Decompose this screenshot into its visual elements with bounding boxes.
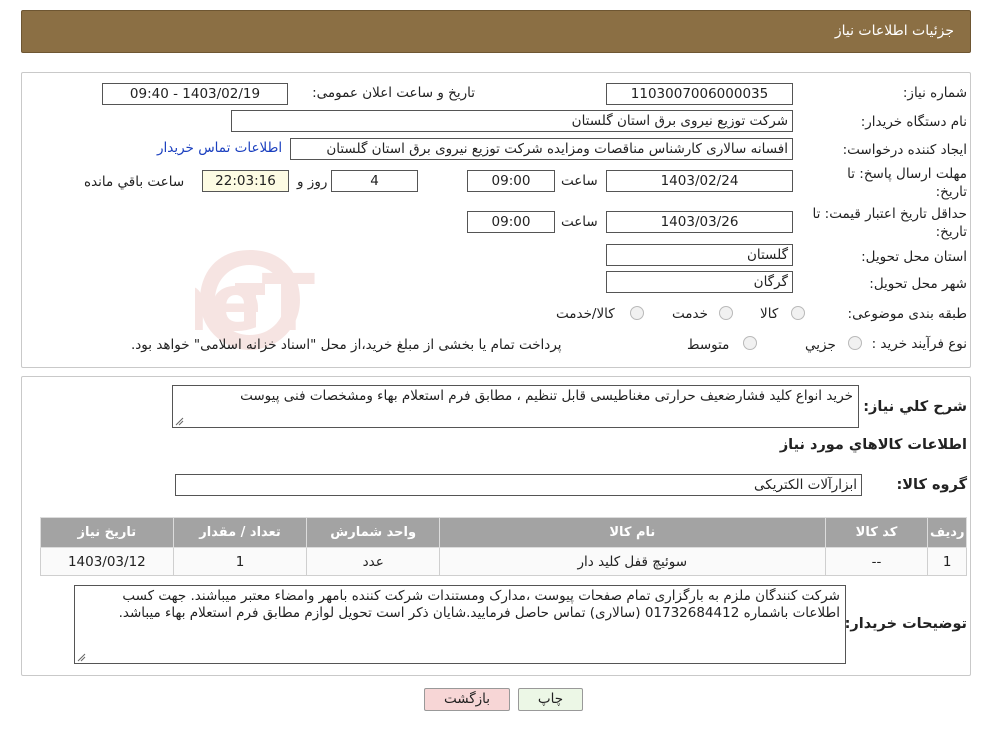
category-option-goods: کالا: [760, 306, 779, 322]
reply-deadline-label-2: تاریخ:: [935, 184, 967, 200]
buyer-org-field: شرکت توزیع نیروی برق استان گلستان: [231, 110, 793, 132]
watermark-text: AriaTender.neT: [195, 259, 315, 349]
reply-deadline-label-1: مهلت ارسال پاسخ: تا: [847, 166, 967, 182]
category-radio-goods[interactable]: [791, 306, 805, 320]
col-qty-header: تعداد / مقدار: [172, 517, 308, 548]
buyer-contact-link[interactable]: اطلاعات تماس خریدار: [157, 140, 282, 156]
table-header-row: رديف کد کالا نام کالا واحد شمارش تعداد /…: [40, 517, 967, 548]
category-label: طبقه بندی موضوعی:: [847, 306, 967, 322]
resize-grip-icon[interactable]: [77, 653, 86, 662]
cell-unit: عدد: [306, 547, 440, 576]
process-radio-minor[interactable]: [848, 336, 862, 350]
buyer-org-label: نام دستگاه خریدار:: [860, 114, 967, 130]
goods-section-title: اطلاعات کالاهاي مورد نياز: [779, 437, 967, 453]
category-option-service: خدمت: [672, 306, 708, 322]
process-radio-medium[interactable]: [743, 336, 757, 350]
reply-deadline-date: 1403/02/24: [606, 170, 793, 192]
remaining-days: 4: [331, 170, 418, 192]
col-unit-header: واحد شمارش: [306, 517, 440, 548]
reply-time-label: ساعت: [561, 173, 598, 189]
buyer-notes-textarea[interactable]: شرکت کنندگان ملزم به بارگزاری تمام صفحات…: [74, 585, 846, 664]
price-validity-date: 1403/03/26: [606, 211, 793, 233]
delivery-city-field: گرگان: [606, 271, 793, 293]
price-validity-label-2: تاریخ:: [935, 224, 967, 240]
buyer-notes-label: توضیحات خریدار:: [844, 616, 967, 632]
col-row-header: رديف: [927, 517, 967, 548]
col-code-header: کد کالا: [824, 517, 929, 548]
days-label: روز و: [297, 174, 328, 190]
need-number-label: شماره نیاز:: [902, 85, 967, 101]
price-validity-time: 09:00: [467, 211, 555, 233]
cell-row: 1: [927, 547, 967, 576]
back-button[interactable]: بازگشت: [424, 688, 510, 711]
category-radio-goods-service[interactable]: [630, 306, 644, 320]
cell-name: سوئیچ قفل کلید دار: [439, 547, 826, 576]
category-option-goods-service: کالا/خدمت: [556, 306, 615, 322]
print-button[interactable]: چاپ: [518, 688, 583, 711]
remaining-label: ساعت باقي مانده: [84, 174, 185, 190]
goods-group-field: ابزارآلات الکتریکی: [175, 474, 862, 496]
delivery-province-field: گلستان: [606, 244, 793, 266]
purchase-process-label: نوع فرآیند خرید :: [871, 336, 967, 352]
price-time-label: ساعت: [561, 214, 598, 230]
cell-code: --: [824, 547, 929, 576]
category-radio-service[interactable]: [719, 306, 733, 320]
summary-text: خرید انواع کلید فشارضعیف حرارتی مغناطیسی…: [240, 388, 853, 404]
delivery-province-label: استان محل تحویل:: [861, 249, 967, 265]
treasury-note: پرداخت تمام یا بخشی از مبلغ خرید،از محل …: [131, 337, 562, 353]
page-title-bar: جزئیات اطلاعات نیاز: [21, 10, 971, 53]
process-option-minor: جزیي: [805, 337, 836, 353]
process-option-medium: متوسط: [687, 337, 730, 353]
page-title: جزئیات اطلاعات نیاز: [834, 23, 954, 39]
table-row: 1 -- سوئیچ قفل کلید دار عدد 1 1403/03/12: [40, 547, 967, 576]
requester-label: ایجاد کننده درخواست:: [842, 142, 967, 158]
col-date-header: تاریخ نیاز: [40, 517, 174, 548]
col-name-header: نام کالا: [439, 517, 826, 548]
reply-deadline-time: 09:00: [467, 170, 555, 192]
requester-field: افسانه سالاری کارشناس مناقصات ومزایده شر…: [290, 138, 793, 160]
need-number-field: 1103007006000035: [606, 83, 793, 105]
delivery-city-label: شهر محل تحویل:: [869, 276, 967, 292]
buyer-notes-text: شرکت کنندگان ملزم به بارگزاری تمام صفحات…: [118, 588, 840, 621]
cell-date: 1403/03/12: [40, 547, 174, 576]
resize-grip-icon[interactable]: [175, 417, 184, 426]
remaining-time: 22:03:16: [202, 170, 289, 192]
announce-field: 1403/02/19 - 09:40: [102, 83, 288, 105]
goods-group-label: گروه کالا:: [896, 477, 967, 493]
price-validity-label-1: حداقل تاریخ اعتبار قیمت: تا: [812, 206, 967, 222]
summary-label: شرح کلي نياز:: [863, 399, 967, 415]
announce-label: تاریخ و ساعت اعلان عمومی:: [312, 85, 475, 101]
summary-textarea[interactable]: خرید انواع کلید فشارضعیف حرارتی مغناطیسی…: [172, 385, 859, 428]
goods-table: رديف کد کالا نام کالا واحد شمارش تعداد /…: [40, 517, 967, 576]
cell-qty: 1: [172, 547, 308, 576]
